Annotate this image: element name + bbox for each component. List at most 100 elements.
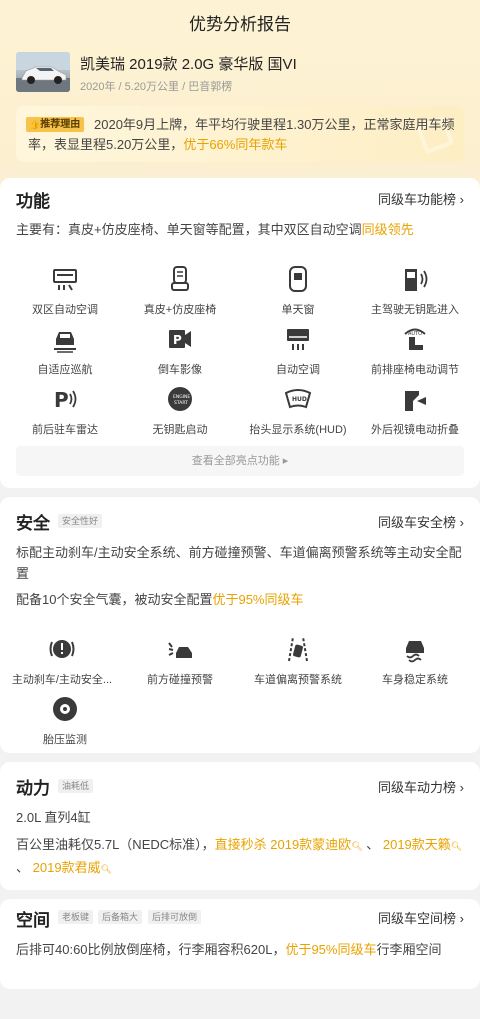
safety-tag: 安全性好 xyxy=(58,514,103,528)
power-rank-link[interactable]: 同级车动力榜 › xyxy=(378,777,464,796)
feature-adaptive-cruise[interactable]: 自适应巡航 xyxy=(5,325,125,377)
parking-radar-icon: P xyxy=(54,388,77,412)
safety-airbag-description: 配备10个安全气囊，被动安全配置优于95%同级车 xyxy=(16,592,304,607)
space-rank-link[interactable]: 同级车空间榜 › xyxy=(378,908,464,927)
recommend-reason-badge: 👍推荐理由 xyxy=(26,117,85,132)
reverse-camera-icon: P xyxy=(169,330,191,348)
power-card: 动力 油耗低 同级车动力榜 › 2.0L 直列4缸 百公里油耗仅5.7L（NED… xyxy=(0,762,480,890)
feature-label: 双区自动空调 xyxy=(32,304,98,316)
feature-keyless-start[interactable]: ENGINE START 无钥匙启动 xyxy=(120,385,240,437)
feature-stability-control[interactable]: 车身稳定系统 xyxy=(355,635,475,687)
search-icon: 🔍︎ xyxy=(100,864,112,874)
feature-label: 自适应巡航 xyxy=(37,364,93,376)
feature-lane-departure[interactable]: 车道偏离预警系统 xyxy=(238,635,358,687)
chevron-right-icon: › xyxy=(459,192,464,207)
feature-hud[interactable]: HUD 抬头显示系统(HUD) xyxy=(238,385,358,437)
feature-label: 前后驻车雷达 xyxy=(32,424,98,436)
safety-description: 标配主动刹车/主动安全系统、前方碰撞预警、车道偏离预警系统等主动安全配置 xyxy=(16,545,462,581)
power-seat-icon: AUTO xyxy=(404,328,426,350)
svg-text:START: START xyxy=(174,400,188,406)
svg-text:ENGINE: ENGINE xyxy=(173,394,190,400)
function-rank-link[interactable]: 同级车功能榜 › xyxy=(378,189,464,208)
car-title: 凯美瑞 2019款 2.0G 豪华版 国VI xyxy=(80,56,297,73)
feature-sunroof[interactable]: 单天窗 xyxy=(238,265,358,317)
feature-label: 胎压监测 xyxy=(43,734,87,746)
feature-power-seat[interactable]: AUTO 前排座椅电动调节 xyxy=(355,325,475,377)
car-meta-info: 2020年 / 5.20万公里 / 巴音郭楞 xyxy=(80,81,233,93)
svg-text:P: P xyxy=(54,388,69,412)
feature-active-brake[interactable]: 主动刹车/主动安全... xyxy=(2,635,122,687)
feature-leather-seat[interactable]: 真皮+仿皮座椅 xyxy=(120,265,240,317)
recommend-reason-box: 2020年9月上牌，年平均行驶里程1.30万公里，正常家庭用车频率，表显里程5.… xyxy=(16,106,464,162)
feature-collision-warning[interactable]: 前方碰撞预警 xyxy=(120,635,240,687)
feature-label: 抬头显示系统(HUD) xyxy=(249,424,347,436)
lane-departure-icon xyxy=(288,636,308,662)
space-tag: 后备箱大 xyxy=(98,910,143,924)
feature-label: 单天窗 xyxy=(281,304,315,316)
feature-label: 主驾驶无钥匙进入 xyxy=(371,304,459,316)
feature-label: 倒车影像 xyxy=(158,364,202,376)
compare-link-mondeo[interactable]: 直接秒杀 2019款蒙迪欧🔍︎ xyxy=(215,837,363,852)
thumbs-up-icon: 👍 xyxy=(29,119,41,129)
space-tag: 老板键 xyxy=(58,910,94,924)
collision-warning-icon xyxy=(168,642,192,658)
compare-link-teana[interactable]: 2019款天籁🔍︎ xyxy=(383,837,462,852)
chevron-right-icon: › xyxy=(459,515,464,530)
page-title: 优势分析报告 xyxy=(189,15,291,34)
active-brake-icon xyxy=(49,640,75,658)
svg-text:AUTO: AUTO xyxy=(408,331,422,337)
space-title: 空间 xyxy=(16,911,50,930)
reason-highlight: 优于66%同年款车 xyxy=(183,137,288,152)
recommend-reason-text: 2020年9月上牌，年平均行驶里程1.30万公里，正常家庭用车频率，表显里程5.… xyxy=(28,117,455,152)
feature-label: 前排座椅电动调节 xyxy=(371,364,459,376)
power-tag: 油耗低 xyxy=(58,779,94,793)
function-description: 主要有：真皮+仿皮座椅、单天窗等配置，其中双区自动空调同级领先 xyxy=(16,222,414,237)
function-card: 功能 同级车功能榜 › 主要有：真皮+仿皮座椅、单天窗等配置，其中双区自动空调同… xyxy=(0,178,480,488)
feature-reverse-camera[interactable]: P 倒车影像 xyxy=(120,325,240,377)
safety-rank-link[interactable]: 同级车安全榜 › xyxy=(378,512,464,531)
feature-label: 车道偏离预警系统 xyxy=(254,674,342,686)
feature-label: 自动空调 xyxy=(276,364,320,376)
space-card: 空间 老板键 后备箱大 后排可放倒 同级车空间榜 › 后排可40:60比例放倒座… xyxy=(0,899,480,989)
keyless-start-icon: ENGINESTART xyxy=(168,387,192,411)
function-title: 功能 xyxy=(16,192,50,211)
keyless-entry-icon xyxy=(405,269,428,291)
feature-label: 外后视镜电动折叠 xyxy=(371,424,459,436)
feature-label: 真皮+仿皮座椅 xyxy=(143,304,217,316)
svg-text:HUD: HUD xyxy=(292,396,307,403)
stability-control-icon xyxy=(406,641,424,663)
svg-text:P: P xyxy=(173,333,182,347)
space-tag: 后排可放倒 xyxy=(148,910,202,924)
dual-zone-ac-icon xyxy=(53,269,77,291)
tire-pressure-icon xyxy=(53,697,77,721)
feature-label: 无钥匙启动 xyxy=(152,424,208,436)
auto-ac-icon xyxy=(287,329,309,350)
feature-mirror-fold[interactable]: 外后视镜电动折叠 xyxy=(355,385,475,437)
feature-label: 主动刹车/主动安全... xyxy=(11,674,113,686)
chevron-right-icon: › xyxy=(459,911,464,926)
hud-icon: HUD xyxy=(284,389,312,409)
view-all-features-button[interactable]: 查看全部亮点功能 ▸ xyxy=(16,446,464,476)
space-description: 后排可40:60比例放倒座椅，行李厢容积620L，优于95%同级车行李厢空间 xyxy=(16,942,442,957)
car-thumbnail[interactable] xyxy=(16,52,70,92)
adaptive-cruise-icon xyxy=(54,332,76,353)
mirror-fold-icon xyxy=(405,391,426,411)
feature-auto-ac[interactable]: 自动空调 xyxy=(238,325,358,377)
feature-label: 车身稳定系统 xyxy=(382,674,448,686)
chevron-right-icon: › xyxy=(459,780,464,795)
power-engine: 2.0L 直列4缸 xyxy=(16,810,91,825)
power-title: 动力 xyxy=(16,779,50,798)
feature-label: 前方碰撞预警 xyxy=(147,674,213,686)
feature-keyless-entry[interactable]: 主驾驶无钥匙进入 xyxy=(355,265,475,317)
search-icon: 🔍︎ xyxy=(351,841,363,851)
feature-tire-pressure[interactable]: 胎压监测 xyxy=(5,695,125,747)
feature-parking-radar[interactable]: P 前后驻车雷达 xyxy=(5,385,125,437)
safety-title: 安全 xyxy=(16,514,50,533)
leather-seat-icon xyxy=(171,266,189,291)
power-description: 百公里油耗仅5.7L（NEDC标准），直接秒杀 2019款蒙迪欧🔍︎ 、 201… xyxy=(16,837,463,875)
search-icon: 🔍︎ xyxy=(450,841,463,851)
sunroof-icon xyxy=(289,266,307,292)
safety-card: 安全 安全性好 同级车安全榜 › 标配主动刹车/主动安全系统、前方碰撞预警、车道… xyxy=(0,497,480,753)
compare-link-regal[interactable]: 2019款君威🔍︎ xyxy=(33,860,112,875)
feature-dual-zone-ac[interactable]: 双区自动空调 xyxy=(5,265,125,317)
